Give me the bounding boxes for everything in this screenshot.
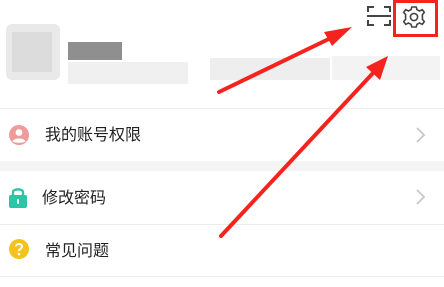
- user-icon: [9, 125, 29, 145]
- question-icon: [9, 239, 29, 259]
- user-info-blurred: [332, 56, 440, 80]
- chevron-right-icon: [416, 127, 426, 143]
- menu-item-label: 常见问题: [45, 241, 110, 260]
- user-info-blurred: [210, 58, 330, 80]
- menu-item-account-permissions[interactable]: 我的账号权限: [0, 109, 444, 161]
- section-gap: [0, 161, 444, 171]
- lock-icon: [9, 188, 27, 208]
- avatar[interactable]: [6, 24, 60, 80]
- divider: [0, 276, 444, 277]
- menu-item-label: 我的账号权限: [45, 125, 142, 144]
- menu-item-change-password[interactable]: 修改密码: [0, 171, 444, 223]
- menu-item-label: 修改密码: [42, 188, 107, 207]
- user-info-blurred: [68, 62, 188, 84]
- scan-button[interactable]: [366, 4, 392, 28]
- profile-screen: 我的账号权限 修改密码 常见问题: [0, 0, 444, 287]
- menu-item-faq[interactable]: 常见问题: [0, 225, 444, 275]
- settings-highlight-box: [393, 0, 438, 37]
- profile-header: [0, 0, 444, 108]
- chevron-right-icon: [416, 189, 426, 205]
- user-name-blurred: [68, 42, 122, 60]
- scan-icon: [367, 6, 391, 26]
